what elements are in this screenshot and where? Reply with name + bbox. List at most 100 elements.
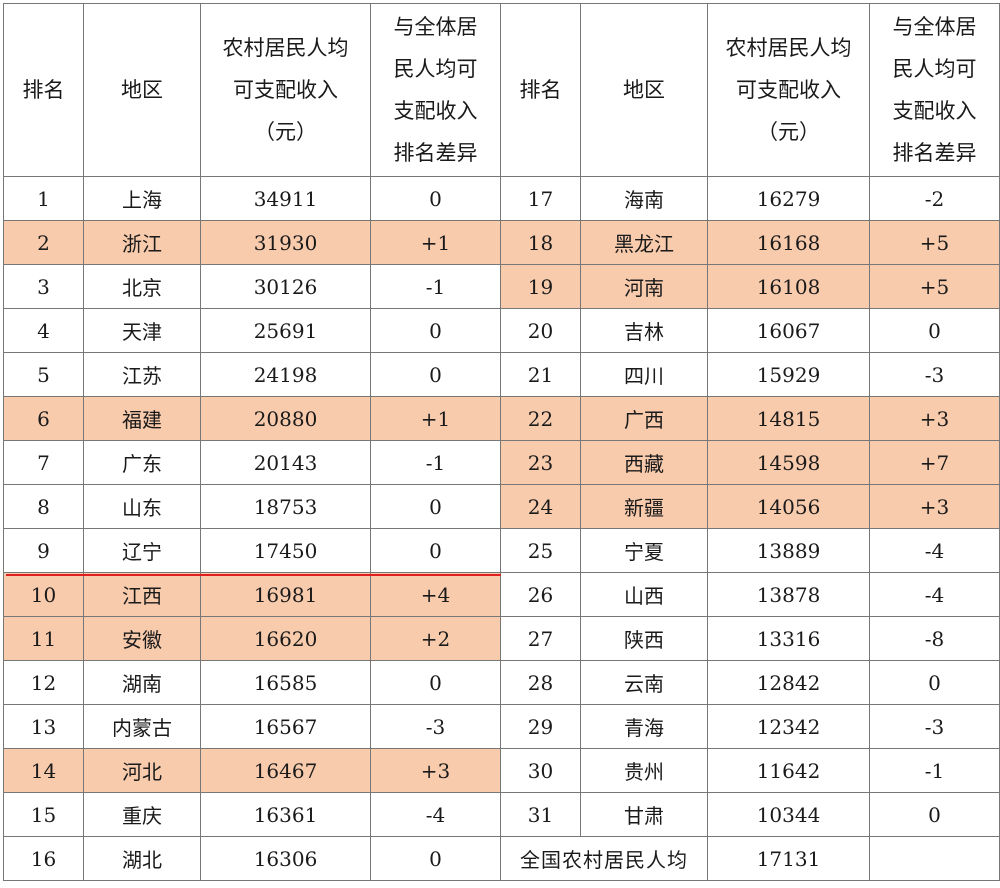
rank-diff-cell: +1	[370, 396, 501, 441]
rank-cell: 2	[3, 220, 84, 265]
rank-cell: 26	[500, 572, 581, 617]
rank-cell: 20	[500, 308, 581, 353]
region-cell: 山东	[83, 484, 201, 529]
region-cell: 广东	[83, 440, 201, 485]
income-cell: 16361	[200, 792, 371, 837]
income-cell: 13316	[707, 616, 870, 661]
rank-cell: 29	[500, 704, 581, 749]
income-header-right: 农村居民人均 可支配收入 （元）	[707, 3, 870, 177]
region-cell: 上海	[83, 176, 201, 221]
rank-diff-cell: +5	[869, 264, 1000, 309]
rank-cell: 24	[500, 484, 581, 529]
income-cell: 14598	[707, 440, 870, 485]
table-row: 5 江苏 24198 0 21 四川 15929 -3	[3, 352, 1000, 397]
region-cell: 西藏	[580, 440, 708, 485]
region-cell: 福建	[83, 396, 201, 441]
income-cell: 16981	[200, 572, 371, 617]
rank-diff-cell: +3	[869, 484, 1000, 529]
rank-diff-cell: +4	[370, 572, 501, 617]
rank-cell: 30	[500, 748, 581, 793]
table-row: 6 福建 20880 +1 22 广西 14815 +3	[3, 396, 1000, 441]
income-header-line: （元）	[757, 120, 820, 144]
income-cell: 20143	[200, 440, 371, 485]
table-row: 16 湖北 16306 0 全国农村居民人均 17131	[3, 836, 1000, 881]
income-header-left: 农村居民人均 可支配收入 （元）	[200, 3, 371, 177]
rank-cell: 6	[3, 396, 84, 441]
income-header-line: 农村居民人均	[222, 36, 349, 60]
rank-cell: 23	[500, 440, 581, 485]
rank-cell: 5	[3, 352, 84, 397]
rank-diff-cell: -4	[869, 572, 1000, 617]
national-average-income: 17131	[707, 836, 870, 881]
region-cell: 海南	[580, 176, 708, 221]
diff-header-line: 与全体居	[892, 15, 977, 39]
table-row: 11 安徽 16620 +2 27 陕西 13316 -8	[3, 616, 1000, 661]
rank-diff-cell: +3	[869, 396, 1000, 441]
table-row: 10 江西 16981 +4 26 山西 13878 -4	[3, 572, 1000, 617]
region-cell: 黑龙江	[580, 220, 708, 265]
income-cell: 14056	[707, 484, 870, 529]
region-cell: 北京	[83, 264, 201, 309]
rank-diff-cell: 0	[370, 176, 501, 221]
rank-diff-cell: -1	[370, 440, 501, 485]
rank-diff-cell: 0	[370, 836, 501, 881]
income-cell: 16108	[707, 264, 870, 309]
rank-diff-cell: +7	[869, 440, 1000, 485]
income-cell: 14815	[707, 396, 870, 441]
rank-diff-cell	[869, 836, 1000, 881]
region-cell: 云南	[580, 660, 708, 705]
table-row: 3 北京 30126 -1 19 河南 16108 +5	[3, 264, 1000, 309]
region-cell: 吉林	[580, 308, 708, 353]
rank-diff-cell: 0	[869, 308, 1000, 353]
rank-cell: 8	[3, 484, 84, 529]
rank-diff-cell: -1	[869, 748, 1000, 793]
rank-diff-cell: +5	[869, 220, 1000, 265]
rank-cell: 4	[3, 308, 84, 353]
table-body: 1 上海 34911 0 17 海南 16279 -2 2 浙江 31930 +1 18 黑龙江 16168…	[3, 176, 1000, 881]
top-tier-divider-line	[6, 574, 501, 576]
rank-diff-cell: -4	[869, 528, 1000, 573]
rank-diff-cell: +2	[370, 616, 501, 661]
rank-cell: 31	[500, 792, 581, 837]
rank-cell: 16	[3, 836, 84, 881]
income-cell: 12342	[707, 704, 870, 749]
rank-cell: 3	[3, 264, 84, 309]
region-cell: 新疆	[580, 484, 708, 529]
rank-cell: 19	[500, 264, 581, 309]
region-cell: 陕西	[580, 616, 708, 661]
income-cell: 20880	[200, 396, 371, 441]
diff-header-line: 排名差异	[393, 141, 478, 165]
rank-cell: 15	[3, 792, 84, 837]
income-cell: 24198	[200, 352, 371, 397]
income-cell: 16585	[200, 660, 371, 705]
income-header-line: 农村居民人均	[725, 36, 852, 60]
rank-diff-cell: +3	[370, 748, 501, 793]
income-cell: 18753	[200, 484, 371, 529]
diff-header-line: 支配收入	[393, 99, 478, 123]
rank-diff-cell: -2	[869, 176, 1000, 221]
rank-diff-cell: -4	[370, 792, 501, 837]
region-header-right: 地区	[580, 3, 708, 177]
region-cell: 四川	[580, 352, 708, 397]
income-cell: 34911	[200, 176, 371, 221]
table-row: 15 重庆 16361 -4 31 甘肃 10344 0	[3, 792, 1000, 837]
income-header-line: 可支配收入	[233, 78, 338, 102]
region-cell: 宁夏	[580, 528, 708, 573]
income-cell: 15929	[707, 352, 870, 397]
region-cell: 内蒙古	[83, 704, 201, 749]
rank-diff-cell: -3	[869, 352, 1000, 397]
region-cell: 青海	[580, 704, 708, 749]
diff-header-right: 与全体居 民人均可 支配收入 排名差异	[869, 3, 1000, 177]
diff-header-line: 民人均可	[892, 57, 977, 81]
income-header-line: 可支配收入	[736, 78, 841, 102]
rank-cell: 22	[500, 396, 581, 441]
ranking-table-figure: { "header": { "rank": "排名", "region": "地…	[0, 0, 1000, 888]
rank-diff-cell: -8	[869, 616, 1000, 661]
rank-cell: 14	[3, 748, 84, 793]
rank-diff-cell: 0	[370, 528, 501, 573]
rank-diff-cell: 0	[370, 352, 501, 397]
income-cell: 16467	[200, 748, 371, 793]
rank-diff-cell: -1	[370, 264, 501, 309]
income-cell: 12842	[707, 660, 870, 705]
table-row: 9 辽宁 17450 0 25 宁夏 13889 -4	[3, 528, 1000, 573]
